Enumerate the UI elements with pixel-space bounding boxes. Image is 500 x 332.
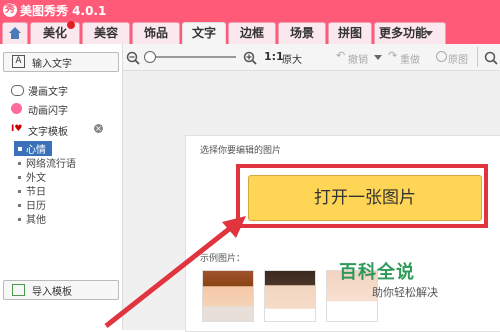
text-a-icon: A: [12, 55, 25, 68]
tab-accessories[interactable]: 饰品: [132, 22, 180, 44]
sample-image-2[interactable]: [264, 270, 316, 322]
zoom-out-icon[interactable]: [126, 51, 140, 65]
bullet-icon: [18, 204, 21, 207]
dropdown-arrow-icon: [425, 31, 433, 36]
title-bar: 秀 美图秀秀 4.0.1: [0, 0, 500, 21]
bullet-icon: [18, 190, 21, 193]
watermark-title: 百科全说: [339, 262, 415, 283]
tab-frame[interactable]: 边框: [228, 22, 276, 44]
tab-scene[interactable]: 场景: [278, 22, 326, 44]
template-item-mood[interactable]: 心情: [14, 141, 52, 156]
watermark-subtitle: 助你轻松解决: [372, 286, 438, 299]
import-icon: [12, 284, 25, 296]
tab-beautify[interactable]: 美化: [30, 21, 80, 44]
collapse-icon[interactable]: ×: [94, 124, 103, 133]
template-item-foreign-text[interactable]: 外文: [14, 169, 46, 184]
sparkle-icon: [11, 103, 22, 114]
watermark: 百科全说 助你轻松解决: [339, 258, 470, 302]
undo-icon[interactable]: ↶: [336, 49, 345, 62]
sidebar-item-text-template[interactable]: I♥ 文字模板 ×: [8, 122, 118, 138]
window-title: 美图秀秀 4.0.1: [20, 4, 107, 18]
undo-button[interactable]: 撤销: [348, 51, 368, 66]
select-image-prompt: 选择你要编辑的图片: [200, 146, 282, 156]
template-item-other[interactable]: 其他: [14, 211, 46, 226]
zoom-ratio-button[interactable]: 1:1: [264, 50, 284, 63]
tab-text[interactable]: 文字: [182, 22, 226, 45]
zoom-slider-track[interactable]: [148, 56, 236, 58]
home-tab[interactable]: [2, 22, 28, 45]
template-item-calendar[interactable]: 日历: [14, 197, 46, 212]
speech-bubble-icon: [11, 85, 24, 96]
bullet-icon: [18, 147, 22, 151]
zoom-fit-icon[interactable]: [484, 51, 498, 65]
zoom-in-icon[interactable]: [243, 51, 257, 65]
tab-more-features[interactable]: 更多功能: [374, 22, 446, 44]
template-item-internet-slang[interactable]: 网络流行语: [14, 155, 76, 170]
main-tab-bar: 美化 美容 饰品 文字 边框 场景 拼图 更多功能: [0, 20, 500, 45]
toolbar-divider: [477, 47, 478, 67]
undo-dropdown-arrow-icon[interactable]: [374, 55, 382, 60]
original-image-button[interactable]: 原图: [448, 51, 468, 66]
template-item-holidays[interactable]: 节日: [14, 183, 46, 198]
app-logo-icon: 秀: [3, 3, 17, 17]
original-size-label[interactable]: 原大: [282, 51, 302, 66]
input-text-button[interactable]: A 输入文字: [3, 52, 119, 72]
redo-button[interactable]: 重做: [400, 51, 420, 66]
zoom-slider-handle[interactable]: [144, 51, 156, 63]
pointer-arrow: [104, 216, 246, 328]
notification-dot-icon: [67, 21, 75, 29]
tab-beauty[interactable]: 美容: [82, 22, 130, 44]
bullet-icon: [18, 162, 21, 165]
bullet-icon: [18, 176, 21, 179]
original-image-icon[interactable]: [436, 51, 447, 62]
redo-icon[interactable]: ↷: [388, 49, 397, 62]
i-love-you-icon: I♥: [11, 124, 23, 134]
bullet-icon: [18, 218, 21, 221]
highlight-box: [236, 164, 488, 228]
tab-collage[interactable]: 拼图: [328, 22, 372, 44]
